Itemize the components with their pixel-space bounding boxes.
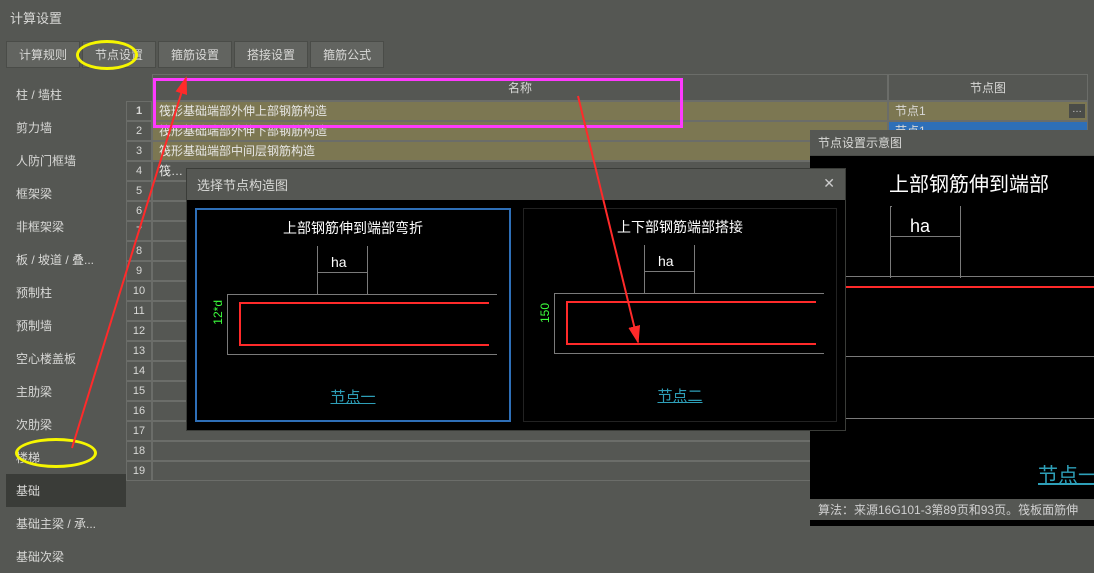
preview-ha: ha xyxy=(910,216,930,237)
diag2-dim: 150 xyxy=(538,303,552,323)
row-index: 3 xyxy=(126,141,152,161)
sidebar-item-9[interactable]: 主肋梁 xyxy=(6,375,126,408)
tab-stirrup-formula[interactable]: 箍筋公式 xyxy=(310,41,384,68)
row-index: 8 xyxy=(126,241,152,261)
sidebar-item-14[interactable]: 基础次梁 xyxy=(6,540,126,573)
row-index: 4 xyxy=(126,161,152,181)
row-index: 12 xyxy=(126,321,152,341)
tab-stirrup-settings[interactable]: 箍筋设置 xyxy=(158,41,232,68)
dialog-titlebar: 选择节点构造图 ✕ xyxy=(187,169,845,200)
sidebar-item-7[interactable]: 预制墙 xyxy=(6,309,126,342)
col-node: 节点图 xyxy=(888,74,1088,101)
row-index: 15 xyxy=(126,381,152,401)
sidebar-item-10[interactable]: 次肋梁 xyxy=(6,408,126,441)
sidebar: 柱 / 墙柱 剪力墙 人防门框墙 框架梁 非框架梁 板 / 坡道 / 叠... … xyxy=(6,74,126,534)
sidebar-item-1[interactable]: 剪力墙 xyxy=(6,111,126,144)
diagram-option-2[interactable]: 上下部钢筋端部搭接 ha 150 节点二 xyxy=(523,208,837,422)
row-index: 13 xyxy=(126,341,152,361)
ellipsis-button[interactable]: … xyxy=(1069,104,1085,118)
preview-canvas: 上部钢筋伸到端部 ha 12*d 节点一 算法：来源16G101-3第89页和9… xyxy=(810,156,1094,526)
sidebar-item-0[interactable]: 柱 / 墙柱 xyxy=(6,78,126,111)
row-index: 1 xyxy=(126,101,152,121)
row-index: 16 xyxy=(126,401,152,421)
table-row[interactable]: 1筏形基础端部外伸上部钢筋构造节点1… xyxy=(126,101,1088,121)
preview-panel: 节点设置示意图 上部钢筋伸到端部 ha 12*d 节点一 算法：来源16G101… xyxy=(810,130,1094,526)
sidebar-item-2[interactable]: 人防门框墙 xyxy=(6,144,126,177)
row-index: 14 xyxy=(126,361,152,381)
sidebar-item-6[interactable]: 预制柱 xyxy=(6,276,126,309)
row-index: 9 xyxy=(126,261,152,281)
row-index: 17 xyxy=(126,421,152,441)
diagram-2-link[interactable]: 节点二 xyxy=(524,381,836,410)
sidebar-item-4[interactable]: 非框架梁 xyxy=(6,210,126,243)
row-name: 筏形基础端部外伸上部钢筋构造 xyxy=(152,101,888,121)
row-index: 18 xyxy=(126,441,152,461)
dialog-body: 上部钢筋伸到端部弯折 ha 12*d 节点一 上下部钢筋端部搭接 xyxy=(187,200,845,430)
sidebar-item-8[interactable]: 空心楼盖板 xyxy=(6,342,126,375)
preview-link[interactable]: 节点一 xyxy=(1038,459,1094,488)
row-index: 7 xyxy=(126,221,152,241)
tab-calc-rules[interactable]: 计算规则 xyxy=(6,41,80,68)
window-title: 计算设置 xyxy=(0,0,1094,35)
preview-header: 节点设置示意图 xyxy=(810,130,1094,156)
sidebar-item-12[interactable]: 基础 xyxy=(6,474,126,507)
row-index: 5 xyxy=(126,181,152,201)
row-node[interactable]: 节点1… xyxy=(888,101,1088,121)
preview-title: 上部钢筋伸到端部 xyxy=(828,164,1094,205)
diagram-1-link[interactable]: 节点一 xyxy=(197,382,509,411)
row-index: 11 xyxy=(126,301,152,321)
row-index: 10 xyxy=(126,281,152,301)
row-name: 筏形基础端部中间层钢筋构造 xyxy=(152,141,888,161)
diagram-2-title: 上下部钢筋端部搭接 xyxy=(524,209,836,241)
col-name: 名称 xyxy=(152,74,888,101)
tab-node-settings[interactable]: 节点设置 xyxy=(82,41,156,68)
close-icon[interactable]: ✕ xyxy=(823,175,835,194)
row-index: 2 xyxy=(126,121,152,141)
row-name: 筏形基础端部外伸下部钢筋构造 xyxy=(152,121,888,141)
dialog-title: 选择节点构造图 xyxy=(197,175,288,194)
diagram-option-1[interactable]: 上部钢筋伸到端部弯折 ha 12*d 节点一 xyxy=(195,208,511,422)
sidebar-item-3[interactable]: 框架梁 xyxy=(6,177,126,210)
sidebar-item-11[interactable]: 楼梯 xyxy=(6,441,126,474)
tab-lap-settings[interactable]: 搭接设置 xyxy=(234,41,308,68)
sidebar-item-5[interactable]: 板 / 坡道 / 叠... xyxy=(6,243,126,276)
row-index: 19 xyxy=(126,461,152,481)
row-name xyxy=(152,461,888,481)
sidebar-item-13[interactable]: 基础主梁 / 承... xyxy=(6,507,126,540)
preview-note: 算法：来源16G101-3第89页和93页。筏板面筋伸 xyxy=(810,499,1094,520)
table-header: 名称 节点图 xyxy=(126,74,1088,101)
row-name xyxy=(152,441,888,461)
node-dialog: 选择节点构造图 ✕ 上部钢筋伸到端部弯折 ha 12*d 节点一 上下部钢 xyxy=(186,168,846,431)
diag1-dim: 12*d xyxy=(211,300,225,325)
row-index: 6 xyxy=(126,201,152,221)
diagram-1-title: 上部钢筋伸到端部弯折 xyxy=(197,210,509,242)
tabs-bar: 计算规则 节点设置 箍筋设置 搭接设置 箍筋公式 xyxy=(0,35,1094,70)
diag2-ha: ha xyxy=(658,253,674,269)
diag1-ha: ha xyxy=(331,254,347,270)
